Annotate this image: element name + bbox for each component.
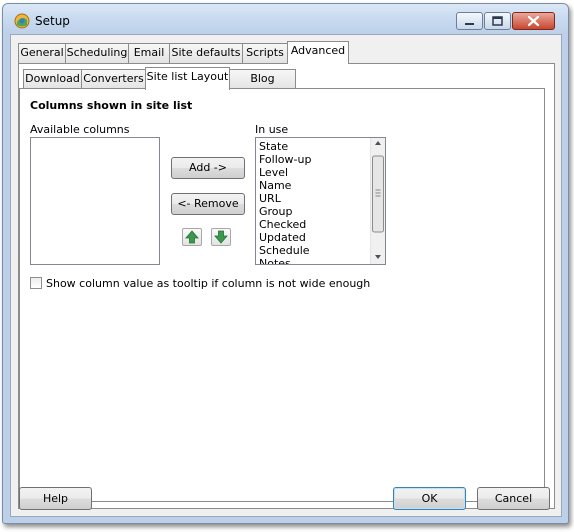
site-list-layout-panel: Columns shown in site list Available col… [19,88,545,502]
tab-blog-layout[interactable]: Blog Layout [229,69,296,103]
down-arrow-icon [214,230,228,244]
scroll-thumb [372,155,384,233]
add-column-button[interactable]: Add -> [171,157,245,179]
scroll-down-arrow-icon [375,255,381,259]
list-item[interactable]: Name [259,179,291,192]
remove-column-button[interactable]: <- Remove [171,193,245,215]
tab-email[interactable]: Email [128,43,170,63]
close-icon [527,15,540,27]
tab-download[interactable]: Download [23,69,82,89]
list-item[interactable]: State [259,140,288,153]
move-down-button[interactable] [211,228,231,246]
section-title: Columns shown in site list [30,99,193,112]
maximize-icon [492,16,503,26]
in-use-scrollbar[interactable] [370,138,385,264]
tab-scheduling[interactable]: Scheduling [65,43,129,63]
list-item[interactable]: Group [259,205,293,218]
list-item[interactable]: Follow-up [259,153,311,166]
list-item[interactable]: Level [259,166,288,179]
in-use-list[interactable]: State Follow-up Level Name URL Group Che… [255,137,386,265]
tab-general[interactable]: General [18,43,66,63]
up-arrow-icon [185,230,199,244]
tab-advanced[interactable]: Advanced [287,41,349,64]
ok-button[interactable]: OK [393,487,466,510]
tooltip-checkbox-label[interactable]: Show column value as tooltip if column i… [46,277,370,290]
list-item[interactable]: Schedule [259,244,310,257]
dialog-body: General Scheduling Email Site defaults S… [10,34,562,517]
cancel-button[interactable]: Cancel [477,487,550,510]
available-columns-label: Available columns [30,123,130,136]
close-button[interactable] [512,12,555,30]
list-item[interactable]: URL [259,192,281,205]
tab-site-list-layout[interactable]: Site list Layout [145,67,230,90]
in-use-label: In use [255,123,289,136]
minimize-icon [465,23,474,25]
available-columns-list[interactable] [30,137,160,265]
tab-converters[interactable]: Converters [81,69,146,89]
setup-window: Setup General Scheduling Email Site defa… [2,3,569,524]
window-title: Setup [35,14,70,28]
setup-app-icon [14,13,30,29]
tab-site-defaults[interactable]: Site defaults [169,43,243,63]
tab-scripts[interactable]: Scripts [242,43,288,63]
minimize-button[interactable] [456,12,483,30]
tooltip-checkbox[interactable] [30,277,42,289]
scrollbar-graphic [372,141,384,259]
list-item[interactable]: Notes [259,257,291,264]
scroll-up-arrow-icon [375,141,381,145]
list-item[interactable]: Checked [259,218,306,231]
maximize-button[interactable] [484,12,511,30]
move-up-button[interactable] [182,228,202,246]
list-item[interactable]: Updated [259,231,306,244]
title-bar[interactable]: Setup [3,4,568,34]
help-button[interactable]: Help [19,487,92,510]
